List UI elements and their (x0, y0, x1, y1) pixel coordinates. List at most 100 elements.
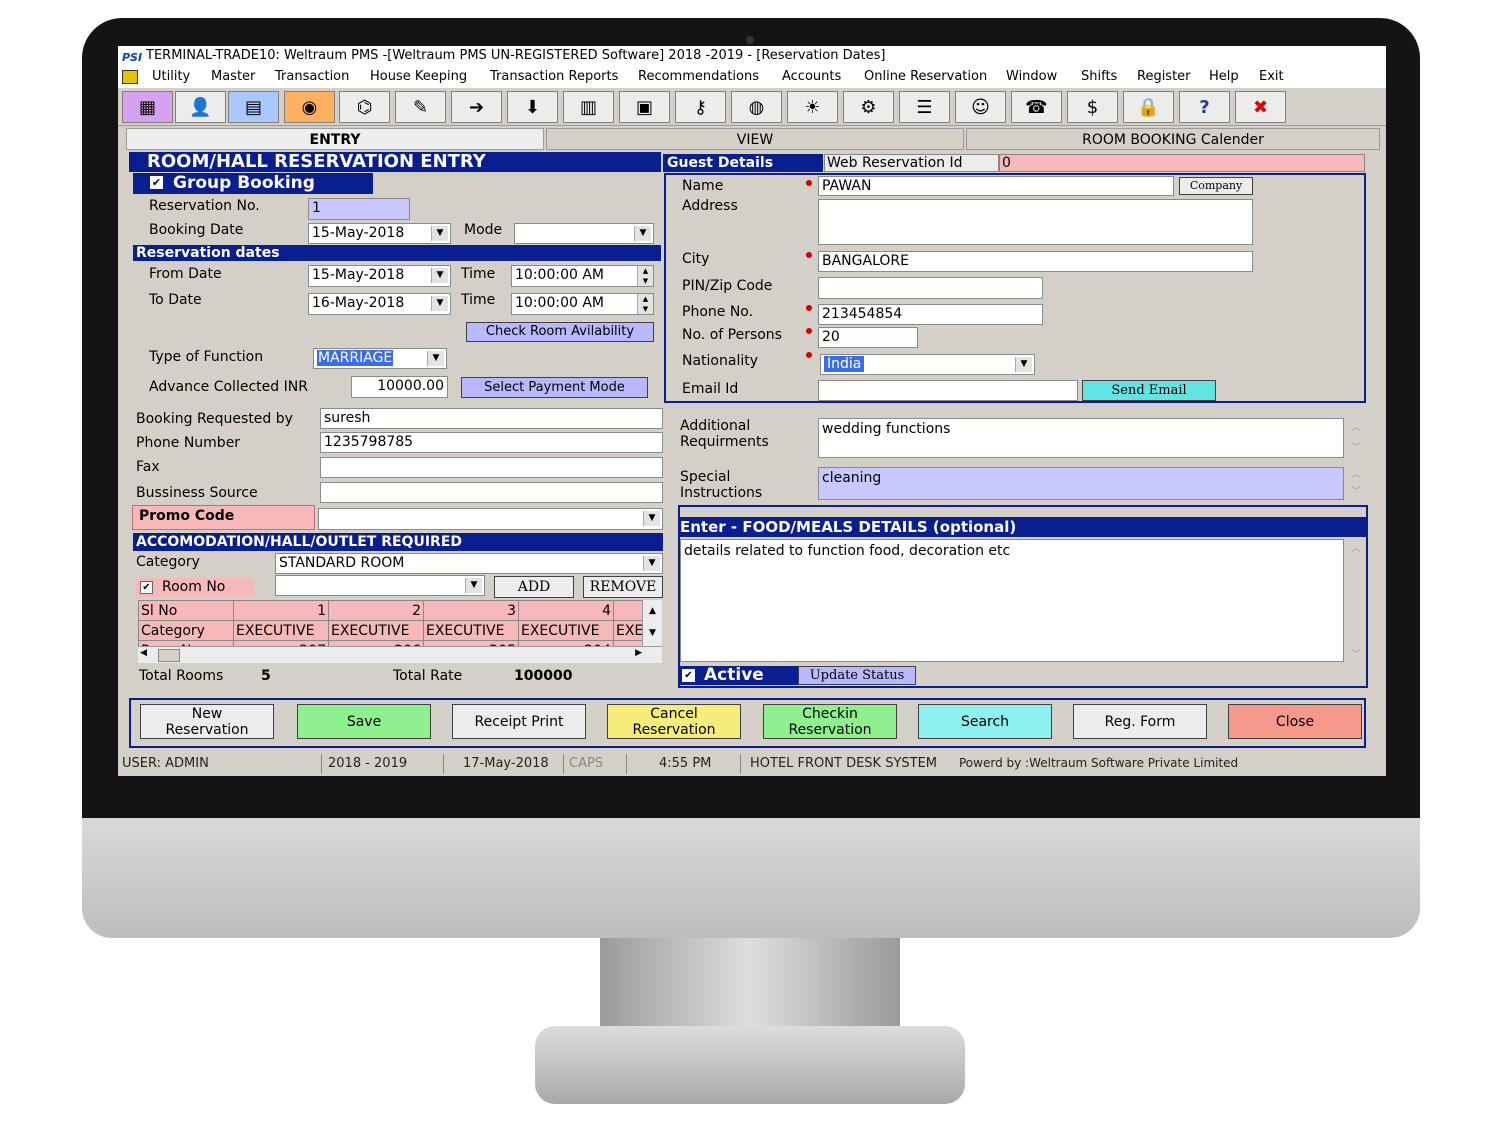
check-room-availability-button[interactable]: Check Room Avilability (466, 322, 654, 342)
search-button[interactable]: Search (918, 704, 1052, 739)
menu-register[interactable]: Register (1137, 69, 1191, 84)
pin-code-field[interactable] (818, 277, 1043, 299)
scroll-left-icon[interactable]: ◀ (140, 648, 147, 658)
menu-exit[interactable]: Exit (1259, 69, 1284, 84)
menu-online-reservation[interactable]: Online Reservation (864, 69, 987, 84)
additional-requirements-field[interactable]: wedding functions (818, 418, 1344, 458)
card-icon[interactable]: ▤ (228, 91, 279, 123)
menu-house-keeping[interactable]: House Keeping (370, 69, 467, 84)
menu-app-icon[interactable] (122, 70, 138, 84)
checkin-reservation-button[interactable]: Checkin Reservation (763, 704, 897, 739)
menu-utility[interactable]: Utility (152, 69, 190, 84)
close-button[interactable]: Close (1228, 704, 1362, 739)
persons-field[interactable]: 20 (818, 327, 918, 348)
scroll-right-icon[interactable]: ▶ (635, 648, 642, 658)
from-date-picker[interactable]: 15-May-2018 (308, 265, 451, 287)
add-button[interactable]: ADD (494, 576, 574, 598)
menu-window[interactable]: Window (1006, 69, 1057, 84)
tab-view[interactable]: VIEW (546, 128, 964, 150)
city-field[interactable]: BANGALORE (818, 251, 1253, 272)
reg-form-button[interactable]: Reg. Form (1073, 704, 1207, 739)
booking-requested-by-field[interactable]: suresh (320, 408, 663, 429)
mode-select[interactable] (514, 223, 654, 244)
menu-shifts[interactable]: Shifts (1081, 69, 1117, 84)
nationality-select[interactable]: India (820, 354, 1035, 375)
help-icon[interactable]: ? (1179, 91, 1230, 123)
export-icon[interactable]: ➔ (451, 91, 502, 123)
menu-recommendations[interactable]: Recommendations (638, 69, 759, 84)
food-scrollbar[interactable]: ︿ ﹀ (1348, 539, 1364, 662)
fax-field[interactable] (320, 457, 663, 478)
from-time-spinner[interactable]: 10:00:00 AM (511, 265, 654, 287)
document-icon[interactable]: ☰ (899, 91, 950, 123)
active-checkbox[interactable]: ✔ (682, 669, 695, 682)
menu-help[interactable]: Help (1209, 69, 1239, 84)
report-icon[interactable]: ▣ (619, 91, 670, 123)
room-no-select[interactable] (275, 575, 485, 596)
grid-horizontal-scrollbar[interactable]: ◀ ▶ (138, 646, 662, 663)
world-icon[interactable]: ◍ (731, 91, 782, 123)
address-field[interactable] (818, 199, 1253, 245)
reservation-no-field[interactable]: 1 (308, 198, 410, 220)
business-source-field[interactable] (320, 482, 663, 503)
dollar-icon[interactable]: $ (1067, 91, 1118, 123)
menu-transaction[interactable]: Transaction (275, 69, 349, 84)
menu-transaction-reports[interactable]: Transaction Reports (490, 69, 618, 84)
advance-collected-field[interactable]: 10000.00 (351, 376, 448, 398)
calendar-icon[interactable]: ▦ (122, 91, 173, 123)
scroll-up-icon[interactable]: ︿ (1348, 541, 1364, 554)
tab-entry[interactable]: ENTRY (126, 128, 544, 150)
food-details-field[interactable]: details related to function food, decora… (680, 539, 1344, 662)
booking-date-picker[interactable]: 15-May-2018 (308, 223, 451, 244)
phone-number-field[interactable]: 1235798785 (320, 432, 663, 453)
scroll-thumb[interactable] (158, 649, 180, 662)
cancel-reservation-button[interactable]: Cancel Reservation (607, 704, 741, 739)
menu-accounts[interactable]: Accounts (782, 69, 841, 84)
grid-cell[interactable]: EXECUTIVE (423, 620, 519, 641)
users-icon[interactable]: ☺ (955, 91, 1006, 123)
scroll-arrows-icon[interactable]: ︿ ﹀ (1348, 418, 1364, 458)
save-button[interactable]: Save (297, 704, 431, 739)
web-reservation-field[interactable]: 0 (999, 154, 1365, 172)
category-select[interactable]: STANDARD ROOM (275, 553, 663, 574)
menu-master[interactable]: Master (211, 69, 255, 84)
grid-cell[interactable]: EXECUTIVE (233, 620, 329, 641)
grid-cell[interactable]: 4 (518, 600, 614, 621)
bulb-icon[interactable]: ☀ (787, 91, 838, 123)
send-email-button[interactable]: Send Email (1082, 380, 1216, 401)
tab-booking-calender[interactable]: ROOM BOOKING Calender (966, 128, 1380, 150)
grid-cell[interactable]: EXECUTIVE (518, 620, 614, 641)
receipt-print-button[interactable]: Receipt Print (452, 704, 586, 739)
special-instructions-field[interactable]: cleaning (818, 467, 1344, 500)
scroll-arrows-icon[interactable]: ︿ ﹀ (1348, 467, 1364, 501)
person-icon[interactable]: 👤 (175, 91, 226, 123)
spinner-arrows-icon[interactable]: ▲ ▼ (637, 294, 653, 314)
download-icon[interactable]: ⬇ (507, 91, 558, 123)
group-booking-checkbox[interactable]: ✔ (150, 176, 163, 189)
gears-icon[interactable]: ⚙ (843, 91, 894, 123)
close-icon[interactable]: ✖ (1235, 91, 1286, 123)
to-date-picker[interactable]: 16-May-2018 (308, 293, 451, 315)
name-field[interactable]: PAWAN (818, 176, 1174, 196)
guest-phone-field[interactable]: 213454854 (818, 304, 1043, 325)
select-payment-mode-button[interactable]: Select Payment Mode (461, 377, 648, 398)
chart-icon[interactable]: ▥ (563, 91, 614, 123)
company-button[interactable]: Company (1179, 177, 1253, 195)
update-status-button[interactable]: Update Status (798, 666, 916, 685)
promo-code-select[interactable] (318, 508, 663, 530)
new-reservation-button[interactable]: New Reservation (140, 704, 274, 739)
notes-icon[interactable]: ✎ (395, 91, 446, 123)
room-no-checkbox[interactable]: ✔ (140, 581, 153, 594)
lock-icon[interactable]: 🔒 (1123, 91, 1174, 123)
phone-icon[interactable]: ☎ (1011, 91, 1062, 123)
to-time-spinner[interactable]: 10:00:00 AM (511, 293, 654, 315)
email-field[interactable] (818, 380, 1078, 401)
binoculars-icon[interactable]: ⌬ (339, 91, 390, 123)
globe-hand-icon[interactable]: ◉ (284, 91, 335, 123)
grid-cell[interactable]: EXECUTIVE (328, 620, 424, 641)
remove-button[interactable]: REMOVE (583, 576, 663, 598)
spinner-arrows-icon[interactable]: ▲ ▼ (637, 266, 653, 286)
grid-cell[interactable]: 2 (328, 600, 424, 621)
type-of-function-select[interactable]: MARRIAGE (313, 348, 447, 369)
key-icon[interactable]: ⚷ (675, 91, 726, 123)
